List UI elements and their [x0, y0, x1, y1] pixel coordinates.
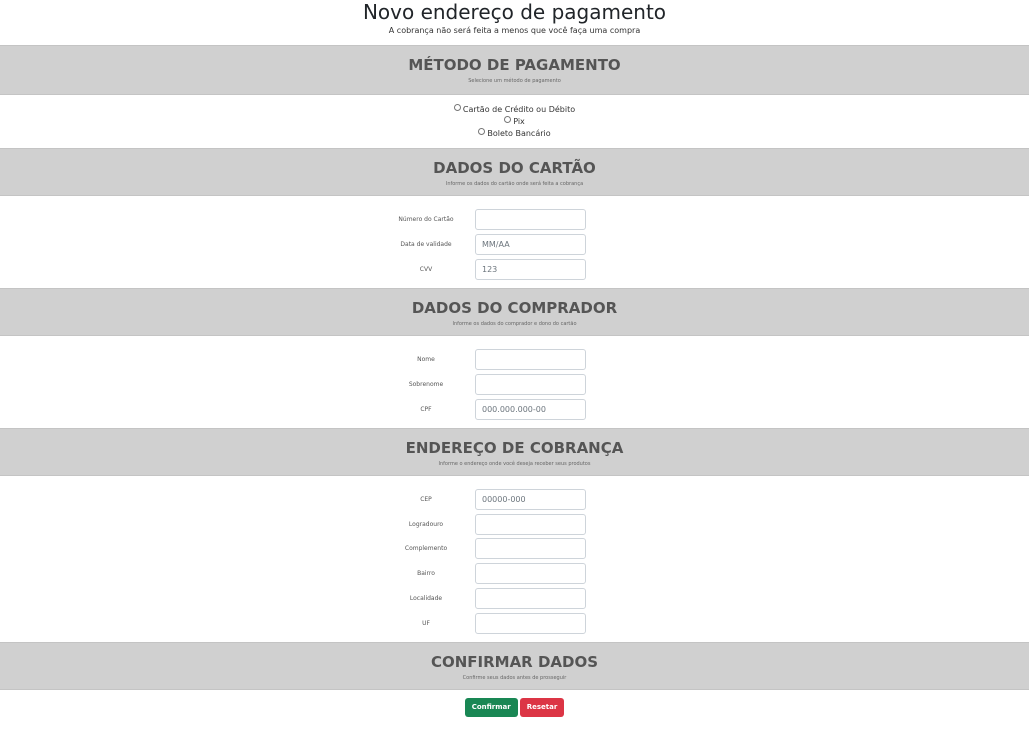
section-description: Selecione um método de pagamento: [468, 78, 561, 84]
cep-row: CEP 00000-000: [0, 489, 1029, 510]
section-header-buyer: DADOS DO COMPRADOR Informe os dados do c…: [0, 288, 1029, 336]
input-placeholder: [476, 215, 482, 224]
street-label: Logradouro: [408, 521, 444, 528]
input-placeholder: [476, 520, 482, 529]
input-placeholder: 00000-000: [482, 495, 526, 504]
cvv-input[interactable]: 123: [475, 259, 586, 280]
page-subtitle: A cobrança não será feita a menos que vo…: [388, 26, 641, 35]
page-title: Novo endereço de pagamento: [362, 0, 667, 24]
payment-address-page: Novo endereço de pagamento A cobrança nã…: [0, 0, 1029, 737]
input-placeholder: [476, 355, 482, 364]
expiry-date-label: Data de validade: [400, 241, 452, 248]
billing-address-form: CEP 00000-000 Logradouro Complemento Bai…: [0, 476, 1029, 642]
radio-option-pix[interactable]: Pix: [0, 116, 1029, 128]
city-row: Localidade: [0, 588, 1029, 609]
complement-label: Complemento: [404, 545, 448, 552]
input-placeholder: [476, 569, 482, 578]
radio-option-label: Cartão de Crédito ou Débito: [462, 105, 576, 114]
cpf-label: CPF: [420, 406, 432, 413]
card-form: Número do Cartão Data de validade MM/AA …: [0, 196, 1029, 288]
input-placeholder: MM/AA: [482, 240, 510, 249]
section-title: DADOS DO CARTÃO: [433, 159, 596, 177]
section-title: CONFIRMAR DADOS: [430, 653, 599, 671]
card-number-input[interactable]: [475, 209, 586, 230]
section-title: DADOS DO COMPRADOR: [411, 299, 618, 317]
complement-input[interactable]: [475, 538, 586, 559]
radio-option-boleto[interactable]: Boleto Bancário: [0, 128, 1029, 140]
first-name-input[interactable]: [475, 349, 586, 370]
complement-row: Complemento: [0, 538, 1029, 559]
section-description: Confirme seus dados antes de prosseguir: [462, 675, 567, 681]
section-title: MÉTODO DE PAGAMENTO: [408, 56, 621, 74]
expiry-date-row: Data de validade MM/AA: [0, 234, 1029, 255]
section-header-card: DADOS DO CARTÃO Informe os dados do cart…: [0, 148, 1029, 196]
neighborhood-input[interactable]: [475, 563, 586, 584]
first-name-row: Nome: [0, 349, 1029, 370]
expiry-date-input[interactable]: MM/AA: [475, 234, 586, 255]
input-placeholder: [476, 544, 482, 553]
input-placeholder: [476, 619, 482, 628]
section-description: Informe o endereço onde você deseja rece…: [438, 461, 591, 467]
card-number-label: Número do Cartão: [398, 216, 454, 223]
confirm-button[interactable]: Confirmar: [464, 698, 518, 717]
radio-circle-icon[interactable]: [504, 116, 512, 123]
first-name-label: Nome: [417, 356, 435, 363]
form-actions: Confirmar Resetar: [0, 690, 1029, 717]
radio-circle-icon[interactable]: [453, 104, 461, 111]
radio-circle-icon[interactable]: [478, 128, 486, 135]
card-number-row: Número do Cartão: [0, 209, 1029, 230]
neighborhood-label: Bairro: [417, 570, 435, 577]
input-placeholder: [476, 594, 482, 603]
radio-option-label: Boleto Bancário: [487, 129, 551, 138]
street-input[interactable]: [475, 514, 586, 535]
input-placeholder: 123: [482, 265, 498, 274]
section-description: Informe os dados do cartão onde será fei…: [445, 181, 584, 187]
last-name-label: Sobrenome: [408, 381, 444, 388]
city-label: Localidade: [409, 595, 443, 602]
cpf-input[interactable]: 000.000.000-00: [475, 399, 586, 420]
radio-option-card[interactable]: Cartão de Crédito ou Débito: [0, 104, 1029, 116]
section-title: ENDEREÇO DE COBRANÇA: [405, 439, 624, 457]
input-placeholder: [476, 380, 482, 389]
buyer-form: Nome Sobrenome CPF 000.000.000-00: [0, 336, 1029, 428]
state-input[interactable]: [475, 613, 586, 634]
input-placeholder: 000.000.000-00: [482, 405, 546, 414]
section-header-billing-address: ENDEREÇO DE COBRANÇA Informe o endereço …: [0, 428, 1029, 476]
neighborhood-row: Bairro: [0, 563, 1029, 584]
last-name-row: Sobrenome: [0, 374, 1029, 395]
city-input[interactable]: [475, 588, 586, 609]
section-description: Informe os dados do comprador e dono do …: [452, 321, 577, 327]
payment-method-radio-group: Cartão de Crédito ou Débito Pix Boleto B…: [0, 95, 1029, 148]
state-row: UF: [0, 613, 1029, 634]
last-name-input[interactable]: [475, 374, 586, 395]
cpf-row: CPF 000.000.000-00: [0, 399, 1029, 420]
page-header: Novo endereço de pagamento A cobrança nã…: [0, 0, 1029, 45]
street-row: Logradouro: [0, 514, 1029, 535]
section-header-confirm: CONFIRMAR DADOS Confirme seus dados ante…: [0, 642, 1029, 690]
state-label: UF: [422, 620, 430, 627]
cvv-label: CVV: [419, 266, 433, 273]
cep-input[interactable]: 00000-000: [475, 489, 586, 510]
cep-label: CEP: [420, 496, 432, 503]
radio-option-label: Pix: [513, 117, 525, 126]
section-header-payment-method: MÉTODO DE PAGAMENTO Selecione um método …: [0, 45, 1029, 95]
cvv-row: CVV 123: [0, 259, 1029, 280]
reset-button[interactable]: Resetar: [519, 698, 565, 717]
